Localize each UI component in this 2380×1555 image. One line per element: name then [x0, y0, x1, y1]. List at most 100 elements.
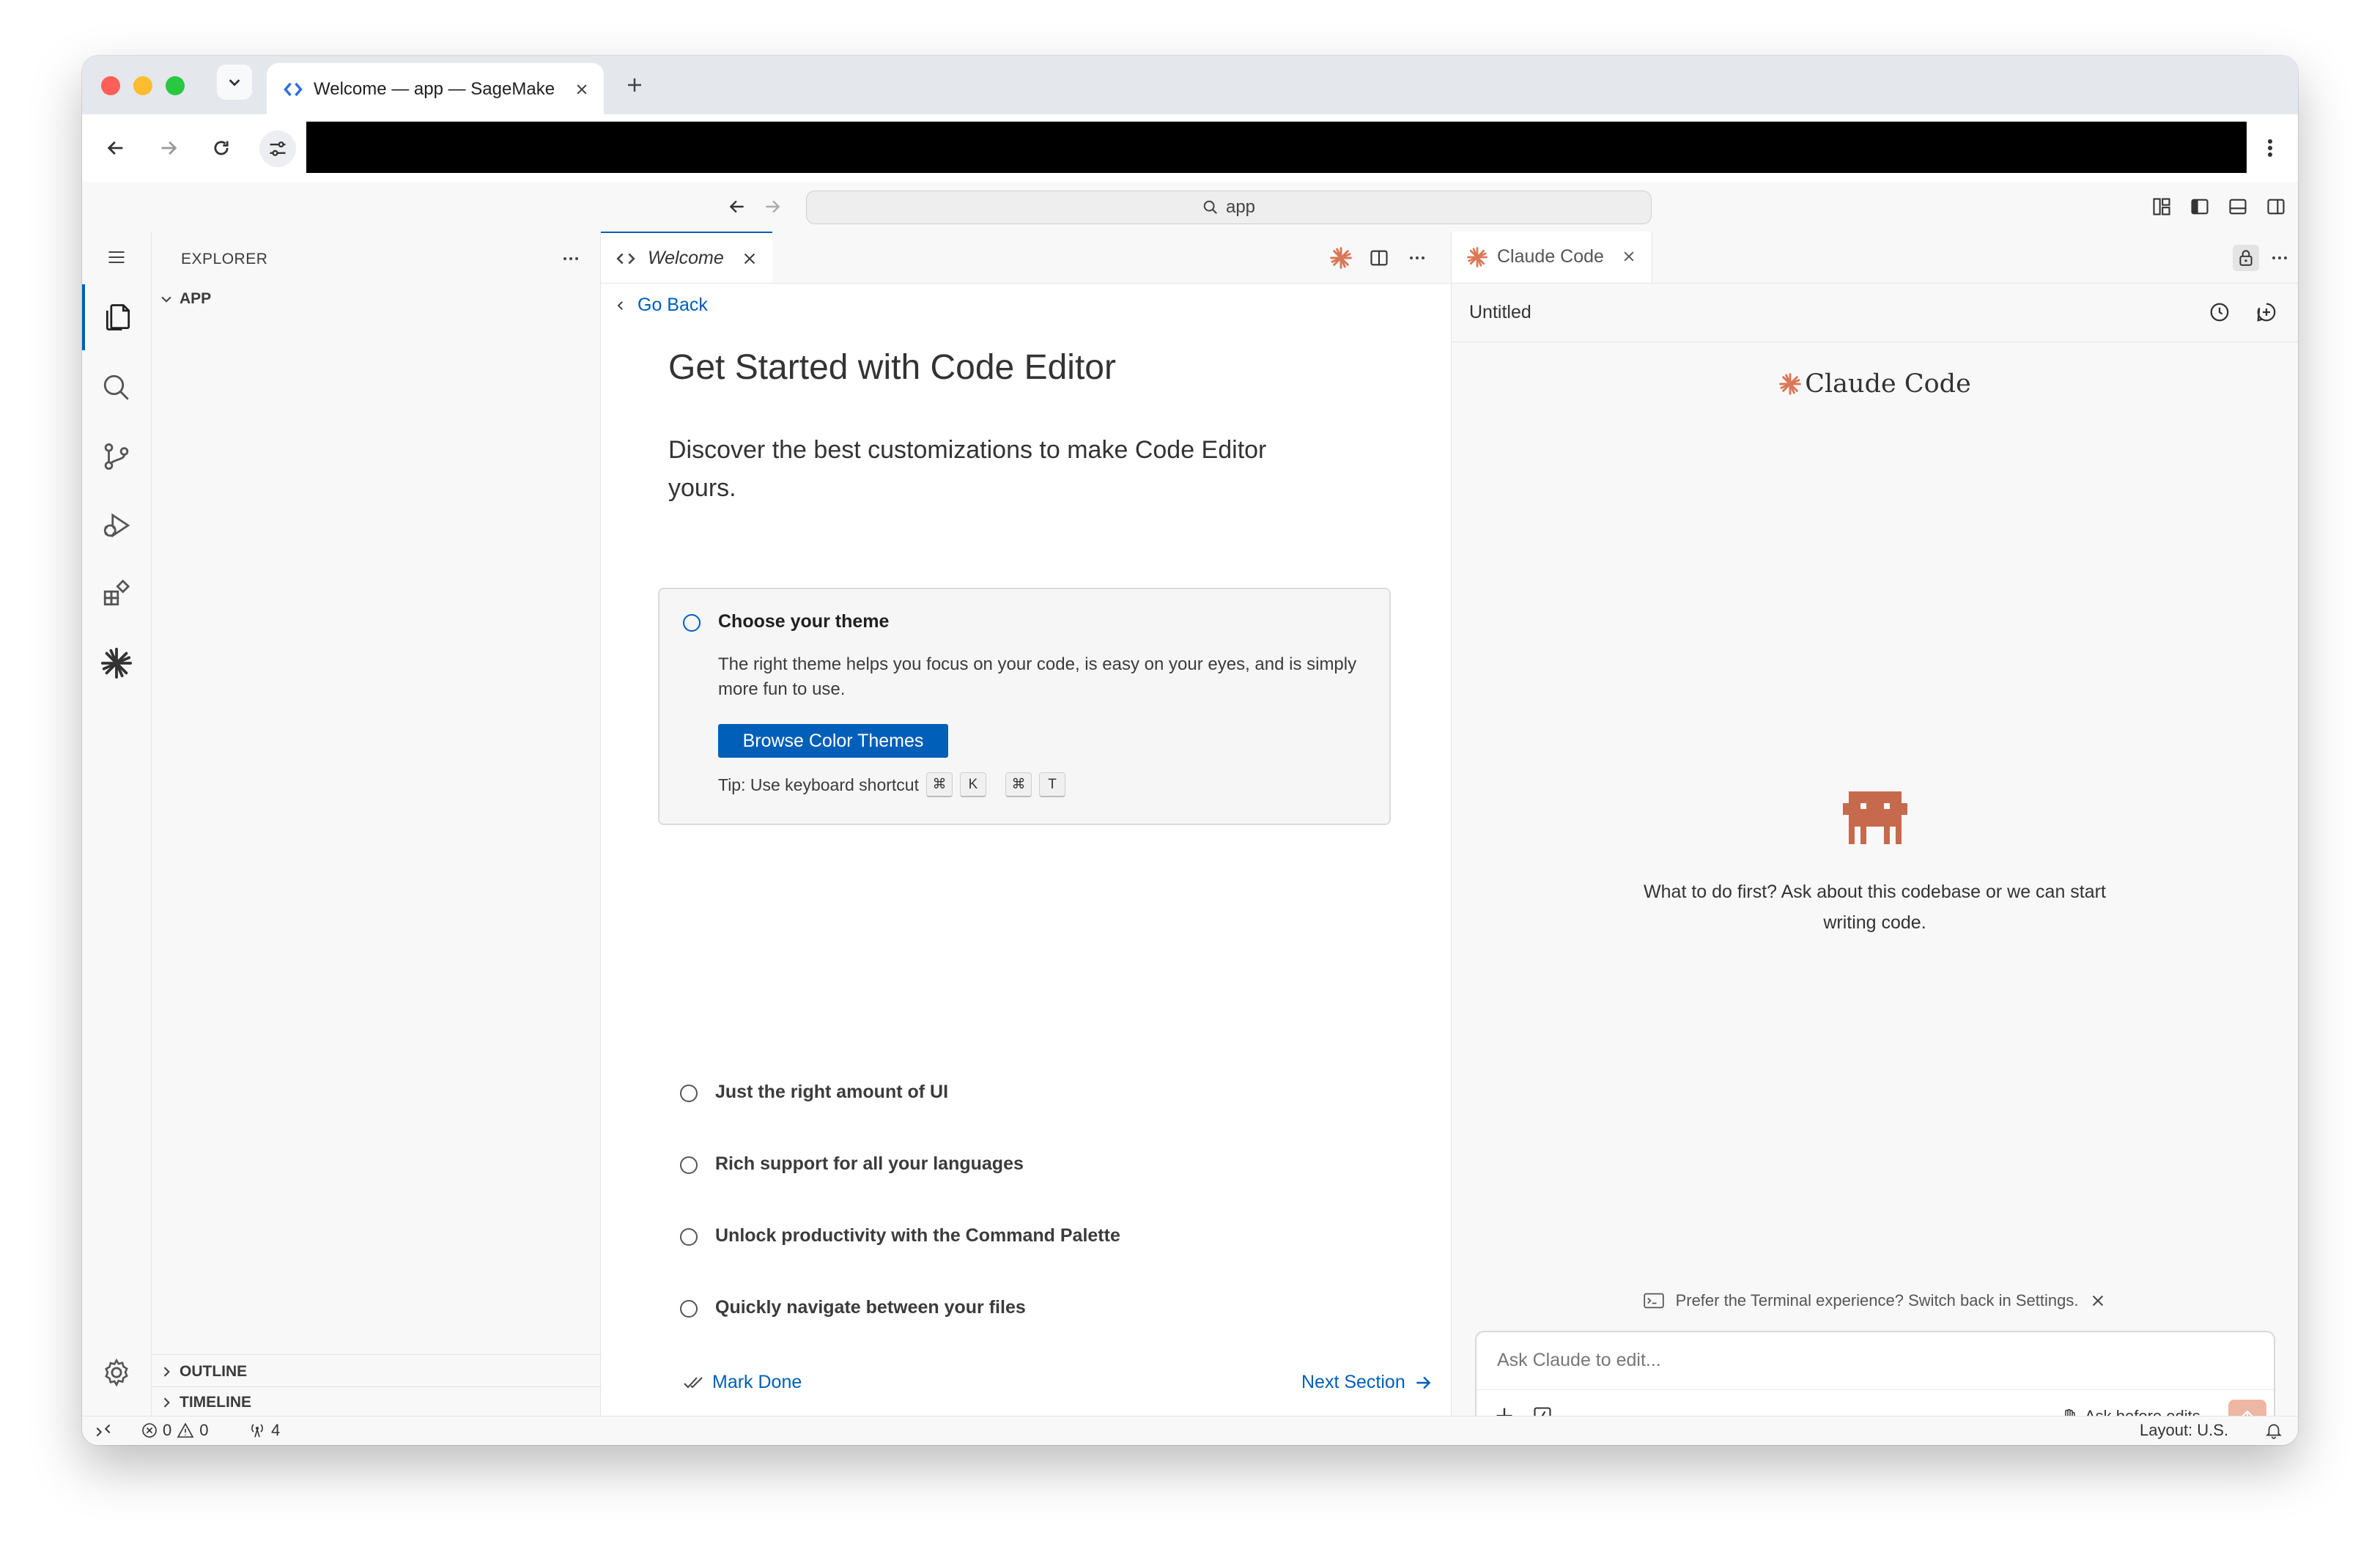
activity-claude[interactable]: [82, 630, 151, 696]
chevron-left-icon: [617, 300, 623, 310]
lock-icon: [2239, 250, 2252, 266]
step-status-circle: [680, 1300, 698, 1318]
close-icon[interactable]: [1622, 249, 1636, 264]
editor-more-actions[interactable]: [1404, 245, 1430, 271]
activity-search[interactable]: [82, 355, 151, 421]
toggle-panel-button[interactable]: [2226, 195, 2250, 218]
chevron-down-icon: [161, 296, 171, 303]
back-button[interactable]: [100, 132, 132, 164]
session-history-button[interactable]: [2206, 299, 2233, 325]
minimize-window-button[interactable]: [133, 76, 152, 95]
problems-indicator[interactable]: 0 0: [141, 1421, 209, 1440]
notifications-button[interactable]: [2264, 1421, 2283, 1440]
reload-button[interactable]: [205, 132, 237, 164]
step-description: The right theme helps you focus on your …: [718, 654, 1357, 699]
tab-search-button[interactable]: [217, 64, 252, 100]
split-editor-button[interactable]: [1366, 245, 1392, 271]
tune-icon: [270, 141, 286, 156]
timeline-section[interactable]: TIMELINE: [152, 1388, 600, 1417]
ports-indicator[interactable]: 4: [248, 1421, 280, 1440]
outline-label: OUTLINE: [180, 1363, 248, 1380]
code-icon: [616, 253, 635, 265]
terminal-notice: Prefer the Terminal experience? Switch b…: [1452, 1291, 2298, 1310]
tab-claude-code[interactable]: Claude Code: [1452, 232, 1652, 283]
remote-indicator[interactable]: [94, 1421, 113, 1440]
check-all-icon: [684, 1376, 703, 1388]
activity-explorer[interactable]: [82, 284, 151, 350]
activity-source-control[interactable]: [82, 424, 151, 490]
forward-button[interactable]: [152, 132, 185, 164]
site-info-button[interactable]: [259, 130, 296, 167]
gear-icon: [105, 1358, 128, 1387]
claude-robot-icon: [1843, 791, 1907, 844]
clock-icon: [2210, 303, 2229, 322]
step-title: Choose your theme: [718, 611, 890, 632]
command-center-search[interactable]: app: [806, 191, 1652, 224]
application-menu-button[interactable]: [82, 232, 151, 283]
claude-code-logo: Claude Code: [1452, 369, 2298, 399]
claude-more-actions[interactable]: [2266, 245, 2293, 271]
go-back-link[interactable]: Go Back: [614, 295, 708, 316]
editor-back-button[interactable]: [721, 191, 753, 223]
explorer-more-actions[interactable]: [556, 248, 585, 270]
step-label: Quickly navigate between your files: [715, 1297, 1026, 1318]
maximize-window-button[interactable]: [166, 76, 185, 95]
browser-toolbar: [82, 114, 2298, 182]
editor-group: Welcome Go Back Get Started with Code Ed…: [601, 232, 1452, 1416]
go-back-label: Go Back: [638, 295, 708, 315]
browse-color-themes-button[interactable]: Browse Color Themes: [718, 724, 948, 758]
activity-manage[interactable]: [82, 1340, 151, 1406]
keyboard-tip: Tip: Use keyboard shortcut ⌘ K ⌘ T: [718, 772, 1065, 797]
claude-tab-bar: Claude Code: [1452, 232, 2298, 284]
close-icon[interactable]: [2090, 1293, 2106, 1309]
layout-customize-icon: [2153, 198, 2170, 215]
open-claude-button[interactable]: [1328, 245, 1354, 271]
close-icon[interactable]: [742, 251, 758, 267]
next-section-link[interactable]: Next Section: [1301, 1372, 1433, 1393]
keyboard-layout-indicator[interactable]: Layout: U.S.: [2140, 1421, 2228, 1440]
brand-name: Claude Code: [1805, 369, 1971, 399]
terminal-icon: [1643, 1293, 1664, 1309]
browser-tab-welcome[interactable]: Welcome — app — SageMaker Code Editor: [267, 63, 604, 114]
source-control-icon: [104, 443, 129, 470]
code-editor-favicon-icon: [284, 82, 303, 97]
arrow-left-icon: [729, 200, 744, 213]
folder-name: APP: [180, 290, 212, 307]
step-card-choose-theme[interactable]: Choose your theme The right theme helps …: [658, 588, 1391, 825]
reload-icon: [214, 141, 229, 155]
explorer-folder-app[interactable]: APP: [152, 284, 600, 314]
browser-menu-button[interactable]: [2255, 133, 2285, 163]
remote-icon: [96, 1424, 111, 1437]
editor-forward-button[interactable]: [756, 191, 788, 223]
search-icon: [1203, 200, 1217, 214]
kbd-key: T: [1039, 772, 1065, 797]
lock-group-button[interactable]: [2233, 245, 2259, 271]
address-bar-redacted[interactable]: [306, 122, 2247, 173]
warning-icon: [177, 1422, 194, 1438]
outline-section[interactable]: OUTLINE: [152, 1357, 600, 1386]
chevron-right-icon: [163, 1397, 170, 1408]
prompt-placeholder: Ask Claude to edit...: [1497, 1350, 1661, 1370]
customize-layout-button[interactable]: [2150, 195, 2173, 218]
activity-extensions[interactable]: [82, 560, 151, 626]
mark-done-link[interactable]: Mark Done: [683, 1372, 802, 1393]
claude-spark-icon: [1330, 247, 1352, 269]
toggle-secondary-sidebar-button[interactable]: [2264, 195, 2288, 218]
tab-welcome[interactable]: Welcome: [601, 232, 772, 283]
new-session-button[interactable]: [2253, 299, 2280, 325]
close-tab-icon[interactable]: [574, 82, 589, 97]
new-tab-button[interactable]: [618, 69, 651, 101]
activity-run-debug[interactable]: [82, 492, 151, 558]
split-editor-icon: [1370, 250, 1388, 266]
explorer-title: EXPLORER: [181, 251, 268, 267]
command-center-text: app: [1225, 197, 1256, 217]
files-icon: [106, 304, 130, 330]
page-title: Get Started with Code Editor: [668, 348, 1116, 387]
keyboard-layout-label: Layout: U.S.: [2140, 1421, 2229, 1439]
close-window-button[interactable]: [101, 76, 120, 95]
error-count: 0: [163, 1421, 172, 1439]
step-label: Rich support for all your languages: [715, 1153, 1024, 1174]
arrow-right-icon: [161, 141, 177, 155]
toggle-primary-sidebar-button[interactable]: [2188, 195, 2211, 218]
page-subtitle: Discover the best customizations to make…: [668, 436, 1267, 502]
